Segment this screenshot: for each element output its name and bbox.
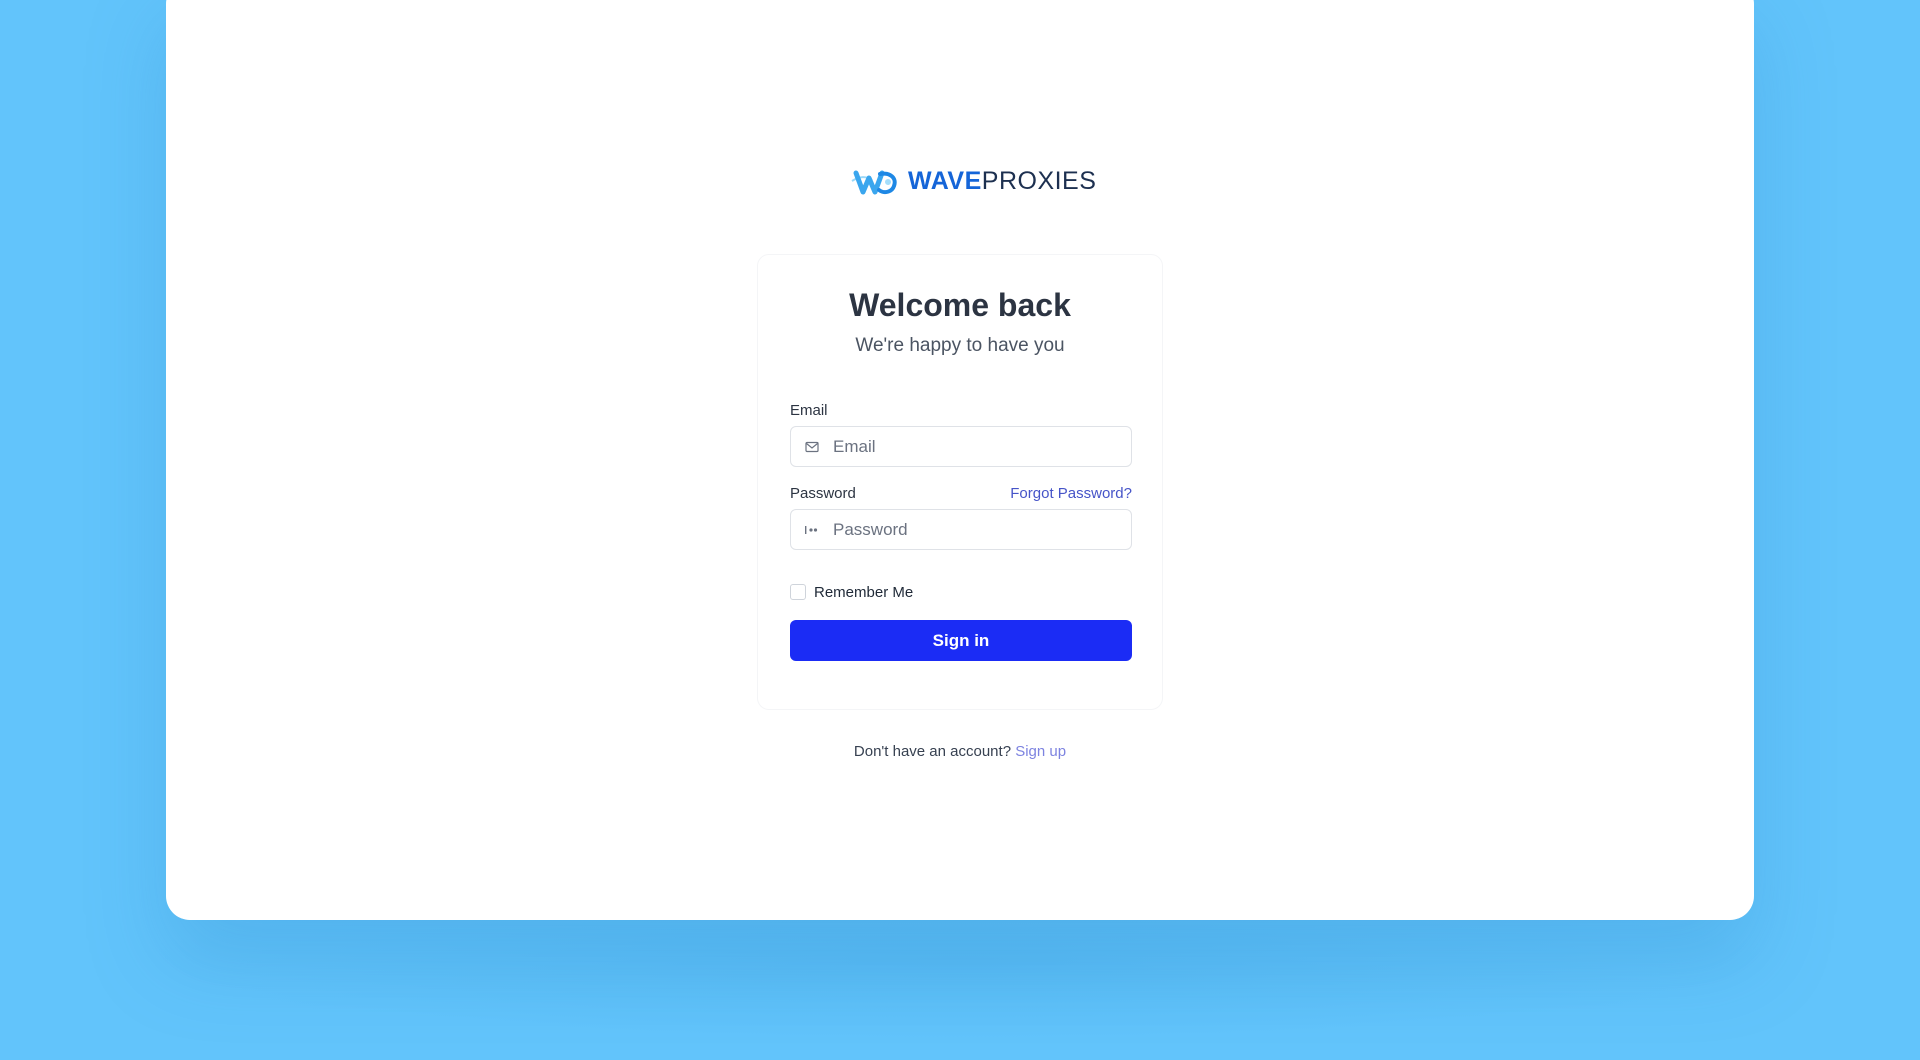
sign-in-button[interactable]: Sign in — [790, 620, 1132, 661]
forgot-password-link[interactable]: Forgot Password? — [996, 485, 1132, 502]
remember-me-checkbox[interactable] — [790, 584, 806, 600]
password-field[interactable] — [790, 509, 1132, 550]
key-icon — [804, 522, 820, 538]
mail-icon — [804, 439, 820, 455]
brand-name-bold: WAVE — [908, 166, 982, 195]
brand-logo[interactable]: WAVE PROXIES — [850, 163, 1096, 199]
page-subtitle: We're happy to have you — [855, 335, 1065, 356]
email-label: Email — [790, 402, 828, 419]
remember-me-label[interactable]: Remember Me — [814, 584, 913, 601]
email-input[interactable] — [833, 436, 1113, 457]
page-title: Welcome back — [849, 287, 1071, 323]
brand-name-light: PROXIES — [981, 166, 1097, 195]
signup-prompt: Don't have an account? Sign up — [760, 743, 1160, 760]
email-field[interactable] — [790, 426, 1132, 467]
password-input[interactable] — [833, 519, 1113, 540]
brand-name: WAVE PROXIES — [908, 167, 1096, 196]
password-label: Password — [790, 485, 856, 502]
signup-prompt-text: Don't have an account? — [853, 743, 1012, 760]
login-card: Welcome back We're happy to have you Ema… — [757, 254, 1163, 710]
sign-up-link[interactable]: Sign up — [1015, 743, 1066, 760]
wave-w-logo-icon — [851, 170, 897, 195]
